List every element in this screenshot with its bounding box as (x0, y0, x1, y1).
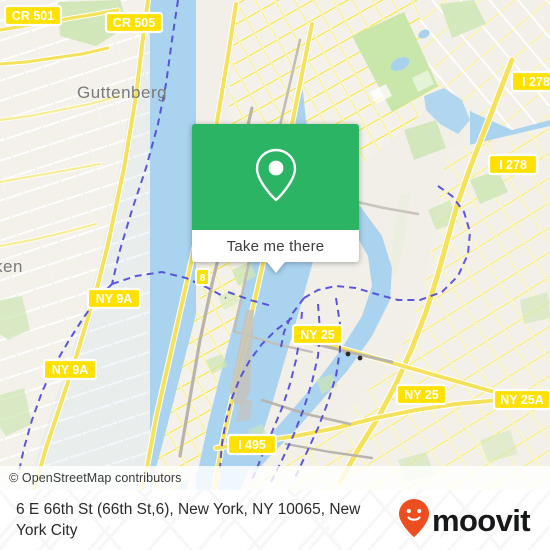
popup-pointer (266, 262, 285, 273)
svg-text:NY 25: NY 25 (300, 328, 335, 342)
svg-text:NY 9A: NY 9A (52, 363, 89, 377)
map-pin-icon (252, 147, 300, 208)
osm-attribution-text: © OpenStreetMap contributors (9, 471, 182, 485)
osm-attribution-bar: © OpenStreetMap contributors (0, 466, 550, 490)
moovit-wordmark: moovit (432, 502, 531, 538)
svg-text:ken: ken (0, 257, 23, 276)
footer-bar: 6 E 66th St (66th St,6), New York, NY 10… (0, 490, 550, 550)
location-popup-card[interactable]: Take me there (192, 124, 359, 273)
moovit-logo[interactable]: moovit (398, 498, 531, 543)
svg-text:CR 505: CR 505 (113, 16, 155, 30)
moovit-pin-smile-icon (398, 498, 430, 543)
map-screenshot: Guttenberg ken CR 501 CR 505 I 278 (0, 0, 550, 550)
svg-text:NY 25: NY 25 (404, 388, 439, 402)
svg-text:I 278: I 278 (499, 158, 527, 172)
svg-text:I 495: I 495 (238, 438, 266, 452)
take-me-there-button[interactable]: Take me there (192, 230, 359, 273)
address-text: 6 E 66th St (66th St,6), New York, NY 10… (16, 501, 361, 539)
svg-text:Guttenberg: Guttenberg (77, 83, 167, 102)
take-me-there-label: Take me there (226, 237, 325, 255)
svg-text:NY 25A: NY 25A (500, 393, 544, 407)
svg-text:NY 9A: NY 9A (96, 292, 133, 306)
svg-text:8: 8 (200, 273, 206, 284)
svg-text:CR 501: CR 501 (12, 9, 54, 23)
svg-text:I 278: I 278 (522, 75, 550, 89)
popup-icon-panel (192, 124, 359, 230)
